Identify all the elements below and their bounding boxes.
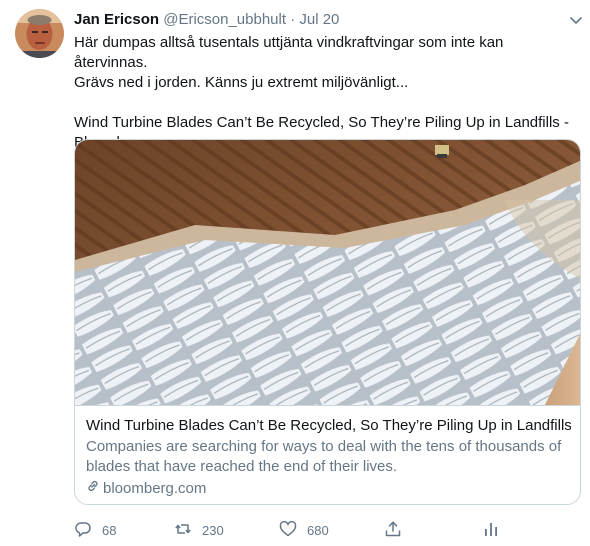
share-button[interactable]: [384, 520, 412, 541]
retweet-icon: [174, 520, 202, 541]
retweet-count: 230: [202, 523, 224, 538]
analytics-icon: [482, 520, 510, 541]
reply-button[interactable]: 68: [74, 520, 116, 541]
card-title[interactable]: Wind Turbine Blades Can’t Be Recycled, S…: [86, 416, 571, 436]
tweet-date[interactable]: Jul 20: [299, 11, 339, 28]
chevron-down-icon[interactable]: [568, 12, 584, 28]
analytics-button[interactable]: [482, 520, 510, 541]
card-domain-text: bloomberg.com: [103, 480, 207, 497]
reply-count: 68: [102, 523, 117, 538]
like-button[interactable]: 680: [279, 520, 329, 541]
like-count: 680: [307, 523, 329, 538]
reply-icon: [74, 520, 102, 541]
tweet-link-text[interactable]: Wind Turbine Blades Can’t Be Recycled, S…: [74, 113, 579, 133]
tweet-header: Jan Ericson @Ericson_ubbhult · Jul 20: [74, 10, 339, 30]
tweet-text-line: Här dumpas alltså tusentals uttjänta vin…: [74, 34, 504, 71]
heart-icon: [279, 520, 307, 541]
tweet-actions: 68 230 680: [74, 520, 504, 542]
tweet-text: Här dumpas alltså tusentals uttjänta vin…: [74, 33, 579, 153]
separator-dot: ·: [290, 11, 296, 28]
share-icon: [384, 520, 412, 541]
retweet-button[interactable]: 230: [174, 520, 224, 541]
card-description: Companies are searching for ways to deal…: [86, 438, 562, 475]
link-preview-card[interactable]: Wind Turbine Blades Can’t Be Recycled, S…: [74, 139, 581, 505]
card-domain[interactable]: bloomberg.com: [86, 479, 571, 499]
card-body[interactable]: Wind Turbine Blades Can’t Be Recycled, S…: [75, 405, 580, 504]
link-icon: [86, 479, 103, 499]
avatar[interactable]: [15, 9, 64, 58]
tweet[interactable]: Jan Ericson @Ericson_ubbhult · Jul 20 Hä…: [0, 0, 590, 546]
card-image[interactable]: [75, 140, 580, 405]
tweet-text-line: Grävs ned i jorden. Känns ju extremt mil…: [74, 74, 409, 91]
author-handle[interactable]: @Ericson_ubbhult: [163, 11, 286, 28]
author-name[interactable]: Jan Ericson: [74, 11, 159, 28]
